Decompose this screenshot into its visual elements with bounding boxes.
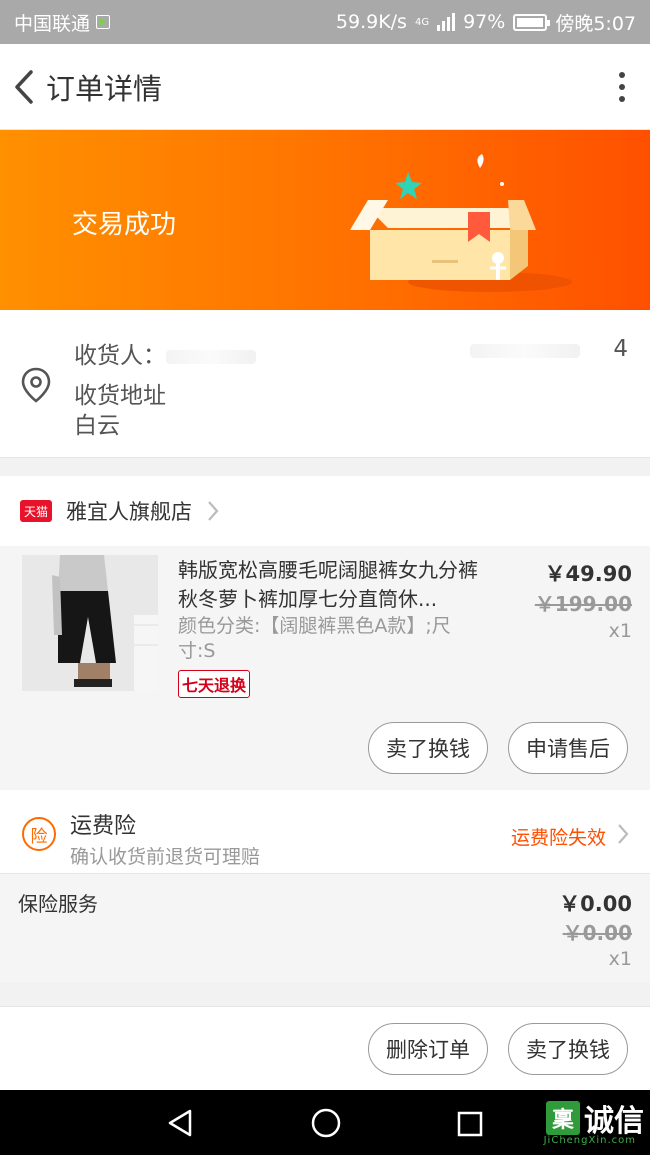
bottom-action-bar: 删除订单 卖了换钱 bbox=[0, 1006, 650, 1090]
order-status-banner: 交易成功 bbox=[0, 130, 650, 310]
insurance-original-price: ￥0.00 bbox=[562, 921, 632, 945]
battery-percent: 97% bbox=[463, 11, 506, 33]
order-item[interactable]: 韩版宽松高腰毛呢阔腿裤女九分裤秋冬萝卜裤加厚七分直筒休... 颜色分类:【阔腿裤… bbox=[0, 546, 650, 790]
back-button[interactable] bbox=[2, 44, 46, 130]
insurance-service-row: 保险服务 ￥0.00 ￥0.00 x1 bbox=[0, 874, 650, 982]
redacted-phone bbox=[470, 344, 580, 358]
product-original-price: ￥199.00 bbox=[534, 592, 632, 616]
system-navigation-bar: 稟 诚信 JiChengXin.com bbox=[0, 1090, 650, 1155]
status-bar: 中国联通 59.9K/s 4G 97% 傍晚5:07 bbox=[0, 0, 650, 44]
product-quantity: x1 bbox=[608, 620, 632, 642]
redacted-name bbox=[166, 349, 256, 364]
system-recents-icon[interactable] bbox=[456, 1110, 484, 1138]
chevron-right-icon bbox=[208, 501, 219, 521]
clock: 傍晚5:07 bbox=[555, 12, 636, 35]
more-dots-icon bbox=[619, 71, 625, 78]
location-pin-icon bbox=[21, 367, 51, 403]
resell-button[interactable]: 卖了换钱 bbox=[368, 722, 488, 774]
watermark-logo: 稟 诚信 bbox=[546, 1096, 644, 1140]
product-photo-icon bbox=[22, 555, 158, 691]
tmall-badge-icon: 天猫 bbox=[20, 500, 52, 522]
signal-icon bbox=[437, 13, 456, 31]
insurance-quantity: x1 bbox=[608, 948, 632, 970]
insurance-service-label: 保险服务 bbox=[18, 892, 98, 916]
notification-app-icon bbox=[96, 15, 111, 29]
watermark-text: 诚信 bbox=[584, 1104, 644, 1139]
system-back-icon[interactable] bbox=[166, 1108, 196, 1138]
shipping-address-card[interactable]: 收货人： 4 收货地址 白云 bbox=[0, 310, 650, 458]
product-sku: 颜色分类:【阔腿裤黑色A款】;尺寸:S bbox=[178, 615, 451, 662]
address-city: 白云 bbox=[74, 413, 120, 439]
chevron-right-icon bbox=[618, 824, 629, 844]
package-box-illustration bbox=[350, 154, 572, 292]
address-label: 收货地址 bbox=[74, 383, 166, 409]
watermark-subtext: JiChengXin.com bbox=[543, 1135, 636, 1146]
page-title: 订单详情 bbox=[46, 71, 163, 106]
recipient-row: 收货人： bbox=[74, 336, 256, 370]
seven-day-return-badge: 七天退换 bbox=[178, 670, 251, 698]
insurance-icon: 险 bbox=[22, 817, 56, 851]
chevron-left-icon bbox=[15, 69, 33, 104]
header: 订单详情 bbox=[0, 44, 650, 130]
recipient-phone: 4 bbox=[613, 336, 628, 362]
product-thumbnail[interactable] bbox=[22, 555, 158, 691]
product-title[interactable]: 韩版宽松高腰毛呢阔腿裤女九分裤秋冬萝卜裤加厚七分直筒休... bbox=[178, 556, 490, 614]
shop-name: 雅宜人旗舰店 bbox=[66, 500, 192, 524]
after-sale-button[interactable]: 申请售后 bbox=[508, 722, 628, 774]
freight-insurance-title: 运费险 bbox=[70, 814, 137, 839]
freight-insurance-subtitle: 确认收货前退货可理赔 bbox=[70, 846, 261, 868]
system-home-icon[interactable] bbox=[310, 1107, 342, 1139]
watermark-icon: 稟 bbox=[546, 1101, 580, 1135]
resell-footer-button[interactable]: 卖了换钱 bbox=[508, 1023, 628, 1075]
freight-insurance-row[interactable]: 险 运费险 确认收货前退货可理赔 运费险失效 bbox=[0, 790, 650, 874]
network-speed: 59.9K/s bbox=[335, 11, 407, 33]
shop-header[interactable]: 天猫 雅宜人旗舰店 bbox=[0, 476, 650, 546]
insurance-price: ￥0.00 bbox=[559, 892, 632, 916]
network-type: 4G bbox=[414, 16, 430, 28]
product-price: ￥49.90 bbox=[544, 562, 632, 586]
delete-order-button[interactable]: 删除订单 bbox=[368, 1023, 488, 1075]
freight-insurance-status: 运费险失效 bbox=[510, 827, 606, 849]
more-menu-button[interactable] bbox=[594, 44, 650, 130]
carrier-name: 中国联通 bbox=[14, 12, 91, 35]
recipient-label: 收货人： bbox=[74, 343, 166, 369]
battery-icon bbox=[513, 13, 551, 31]
order-status-text: 交易成功 bbox=[72, 210, 177, 240]
